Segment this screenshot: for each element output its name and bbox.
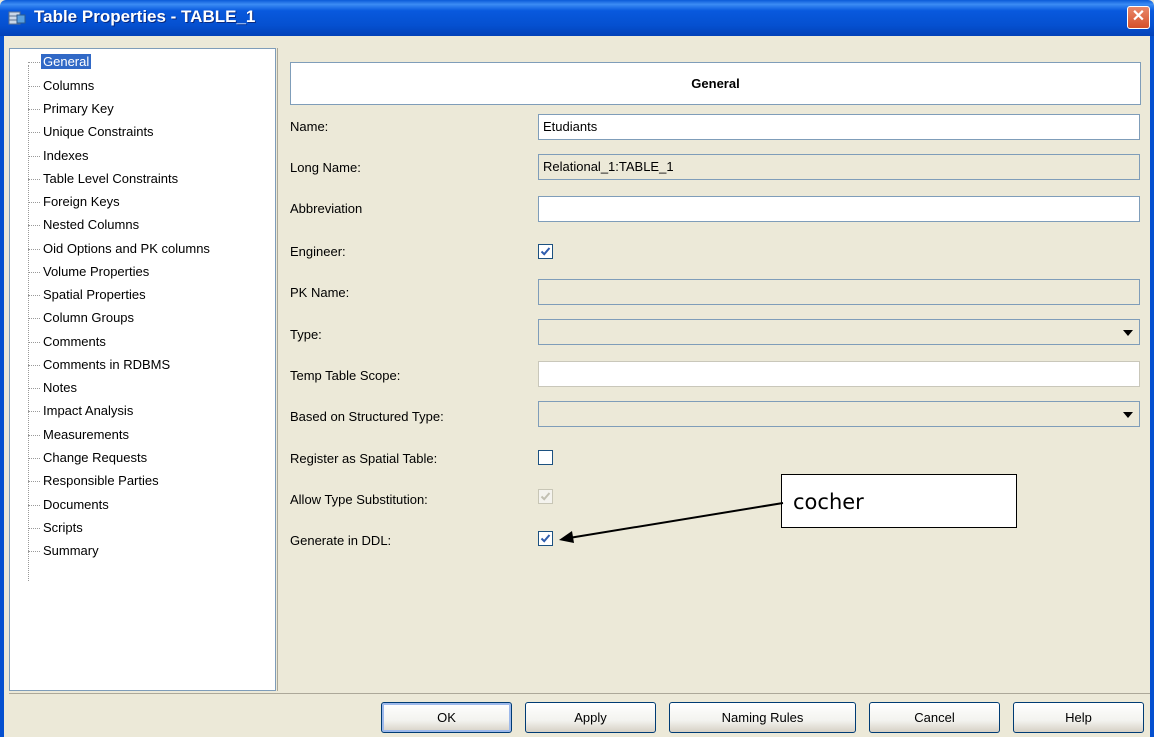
tree-item-documents[interactable]: Documents [28, 495, 111, 515]
tree-item-comments[interactable]: Comments [28, 332, 108, 352]
annotation-arrow-icon [559, 502, 784, 543]
tree-item-notes[interactable]: Notes [28, 378, 79, 398]
tree-item-indexes[interactable]: Indexes [28, 146, 91, 166]
table-icon [8, 11, 26, 25]
name-field[interactable]: Etudiants [538, 114, 1140, 140]
register-spatial-checkbox[interactable] [538, 450, 553, 465]
generate-in-ddl-checkbox[interactable] [538, 531, 553, 546]
check-icon [540, 247, 551, 256]
tree-item-volume-properties[interactable]: Volume Properties [28, 262, 151, 282]
apply-button[interactable]: Apply [525, 702, 656, 733]
allow-type-substitution-label: Allow Type Substitution: [290, 492, 428, 507]
tree-item-primary-key[interactable]: Primary Key [28, 99, 116, 119]
section-header: General [290, 62, 1141, 105]
abbreviation-field[interactable] [538, 196, 1140, 222]
tree-item-change-requests[interactable]: Change Requests [28, 448, 149, 468]
long-name-field: Relational_1:TABLE_1 [538, 154, 1140, 180]
generate-in-ddl-label: Generate in DDL: [290, 533, 392, 548]
title-bar[interactable]: Table Properties - TABLE_1 ✕ [0, 0, 1154, 36]
tree-item-scripts[interactable]: Scripts [28, 518, 85, 538]
ok-button[interactable]: OK [381, 702, 512, 733]
tree-item-measurements[interactable]: Measurements [28, 425, 131, 445]
panel-separator [277, 48, 278, 691]
tree-item-summary[interactable]: Summary [28, 541, 101, 561]
tree-item-spatial-properties[interactable]: Spatial Properties [28, 285, 148, 305]
naming-rules-button[interactable]: Naming Rules [669, 702, 856, 733]
pk-name-label: PK Name: [290, 285, 350, 300]
allow-type-substitution-checkbox [538, 489, 553, 504]
chevron-down-icon [1123, 412, 1133, 418]
based-on-structured-type-label: Based on Structured Type: [290, 409, 444, 424]
tree-item-nested-columns[interactable]: Nested Columns [28, 215, 141, 235]
temp-table-scope-field [538, 361, 1140, 387]
abbreviation-label: Abbreviation [290, 201, 363, 216]
close-icon: ✕ [1131, 8, 1146, 25]
navigation-tree[interactable]: General Columns Primary Key Unique Const… [9, 48, 276, 691]
tree-item-responsible-parties[interactable]: Responsible Parties [28, 471, 161, 491]
based-on-structured-type-select[interactable] [538, 401, 1140, 427]
type-label: Type: [290, 327, 322, 342]
engineer-checkbox[interactable] [538, 244, 553, 259]
temp-table-scope-label: Temp Table Scope: [290, 368, 401, 383]
long-name-label: Long Name: [290, 160, 361, 175]
register-spatial-label: Register as Spatial Table: [290, 451, 438, 466]
engineer-label: Engineer: [290, 244, 346, 259]
check-icon [540, 492, 551, 501]
bottom-separator [9, 693, 1150, 694]
tree-item-oid-options[interactable]: Oid Options and PK columns [28, 239, 212, 259]
cancel-button[interactable]: Cancel [869, 702, 1000, 733]
tree-item-general[interactable]: General [28, 52, 92, 72]
close-button[interactable]: ✕ [1127, 6, 1150, 29]
window-frame-left [0, 36, 4, 737]
annotation-callout: cocher [781, 474, 1017, 528]
tree-item-impact-analysis[interactable]: Impact Analysis [28, 401, 135, 421]
tree-item-column-groups[interactable]: Column Groups [28, 308, 136, 328]
tree-item-comments-in-rdbms[interactable]: Comments in RDBMS [28, 355, 172, 375]
check-icon [540, 534, 551, 543]
chevron-down-icon [1123, 330, 1133, 336]
tree-item-unique-constraints[interactable]: Unique Constraints [28, 122, 156, 142]
type-select[interactable] [538, 319, 1140, 345]
pk-name-field [538, 279, 1140, 305]
help-button[interactable]: Help [1013, 702, 1144, 733]
window-frame-right [1150, 36, 1154, 737]
name-label: Name: [290, 119, 329, 134]
tree-item-foreign-keys[interactable]: Foreign Keys [28, 192, 122, 212]
tree-item-columns[interactable]: Columns [28, 76, 96, 96]
window-title: Table Properties - TABLE_1 [34, 7, 256, 26]
tree-item-table-level-constraints[interactable]: Table Level Constraints [28, 169, 180, 189]
